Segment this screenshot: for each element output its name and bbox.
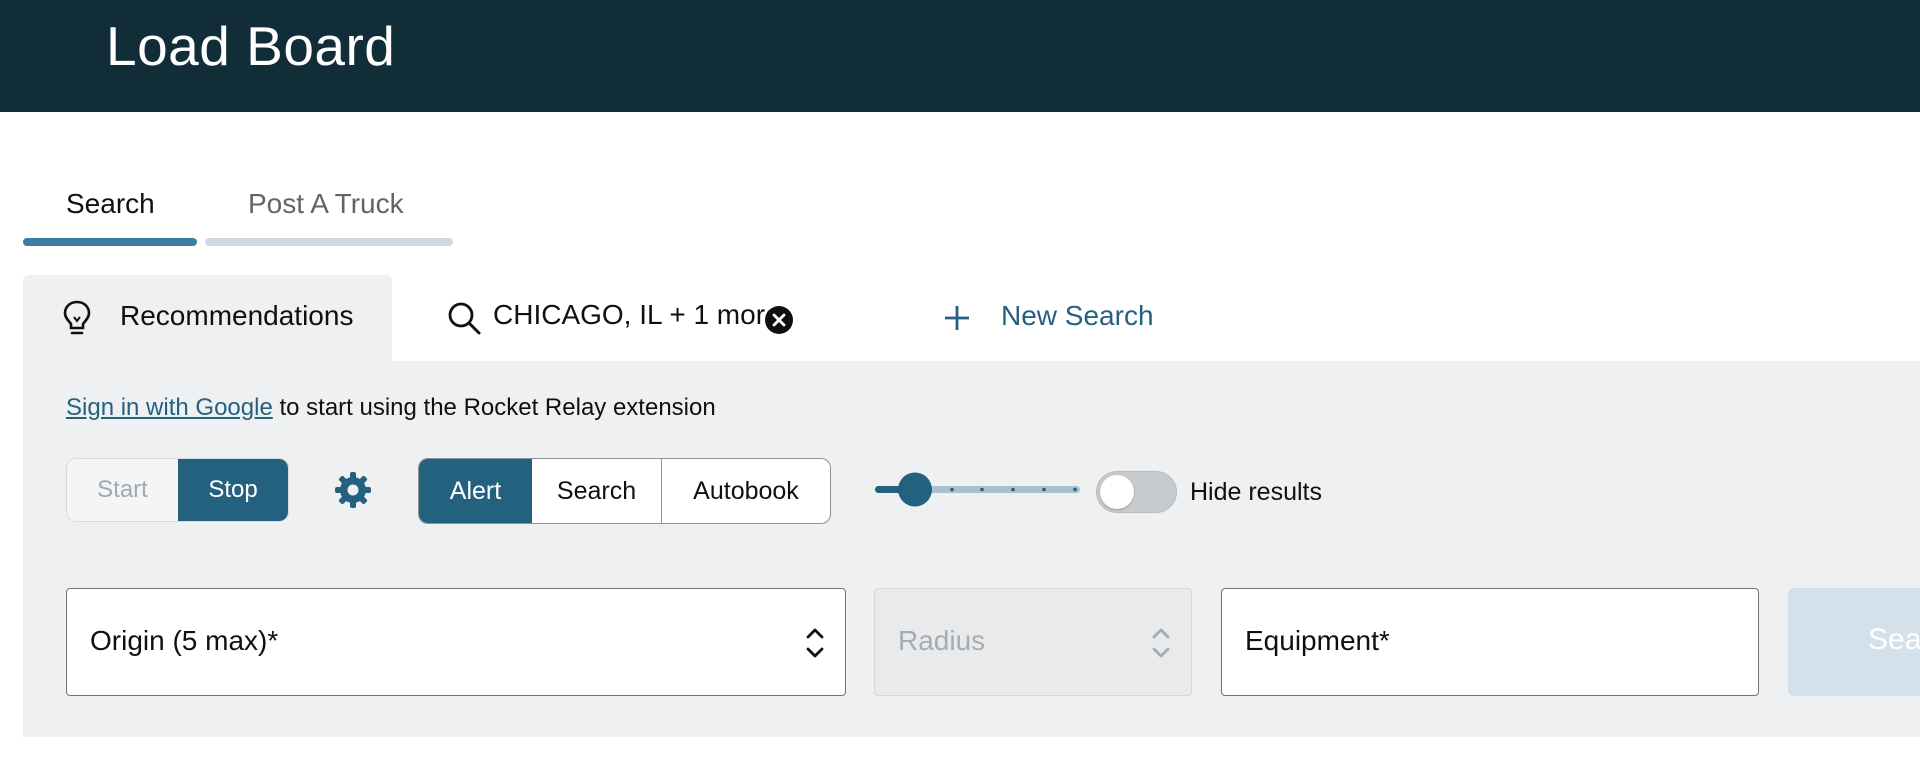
equipment-placeholder: Equipment* [1245,625,1390,656]
equipment-select[interactable]: Equipment* [1221,588,1759,696]
tab-search[interactable]: Search [23,180,197,246]
subtab-recommendations-label: Recommendations [120,300,354,331]
start-stop-toggle: Start Stop [66,458,289,522]
stop-button[interactable]: Stop [178,459,288,521]
mode-alert-button[interactable]: Alert [419,459,532,523]
toggle-knob [1100,475,1134,509]
lightbulb-icon [63,300,91,335]
radius-select[interactable]: Radius [874,588,1192,696]
plus-icon [945,306,969,330]
signin-message: Sign in with Google to start using the R… [66,394,716,422]
mode-autobook-button[interactable]: Autobook [662,459,830,523]
mode-search-button[interactable]: Search [532,459,662,523]
tab-search-indicator [23,238,197,246]
gear-icon[interactable] [334,471,372,509]
hide-results-toggle[interactable] [1096,471,1177,513]
search-subtabs: Recommendations CHICAGO, IL + 1 more New… [23,275,1920,361]
page-title: Load Board [106,15,396,77]
start-button[interactable]: Start [67,459,178,521]
slider-thumb [898,472,932,507]
origin-placeholder: Origin (5 max)* [90,625,279,656]
hide-results-label: Hide results [1190,478,1322,506]
search-icon [448,302,481,335]
search-button[interactable]: Search [1788,588,1920,696]
interval-slider[interactable] [873,467,1083,511]
tab-post-a-truck[interactable]: Post A Truck [205,180,453,246]
sign-in-google-link[interactable]: Sign in with Google [66,394,273,421]
new-search-label: New Search [1001,300,1154,331]
radius-placeholder: Radius [898,625,986,656]
search-button-label: Search [1868,623,1920,656]
tab-post-a-truck-indicator [205,238,453,246]
chevron-up-down-icon [806,628,824,658]
signin-text: to start using the Rocket Relay extensio… [272,394,716,421]
saved-search-label: CHICAGO, IL + 1 more [493,299,781,330]
subtab-recommendations[interactable]: Recommendations [23,275,392,361]
search-panel: Sign in with Google to start using the R… [23,361,1920,737]
mode-selector: Alert Search Autobook [418,458,831,524]
app-header: Load Board [0,0,1920,112]
close-circle-icon[interactable] [764,305,794,335]
tab-post-a-truck-label: Post A Truck [248,188,404,219]
origin-select[interactable]: Origin (5 max)* [66,588,846,696]
chevron-up-down-icon [1152,628,1170,658]
tab-search-label: Search [66,188,155,219]
